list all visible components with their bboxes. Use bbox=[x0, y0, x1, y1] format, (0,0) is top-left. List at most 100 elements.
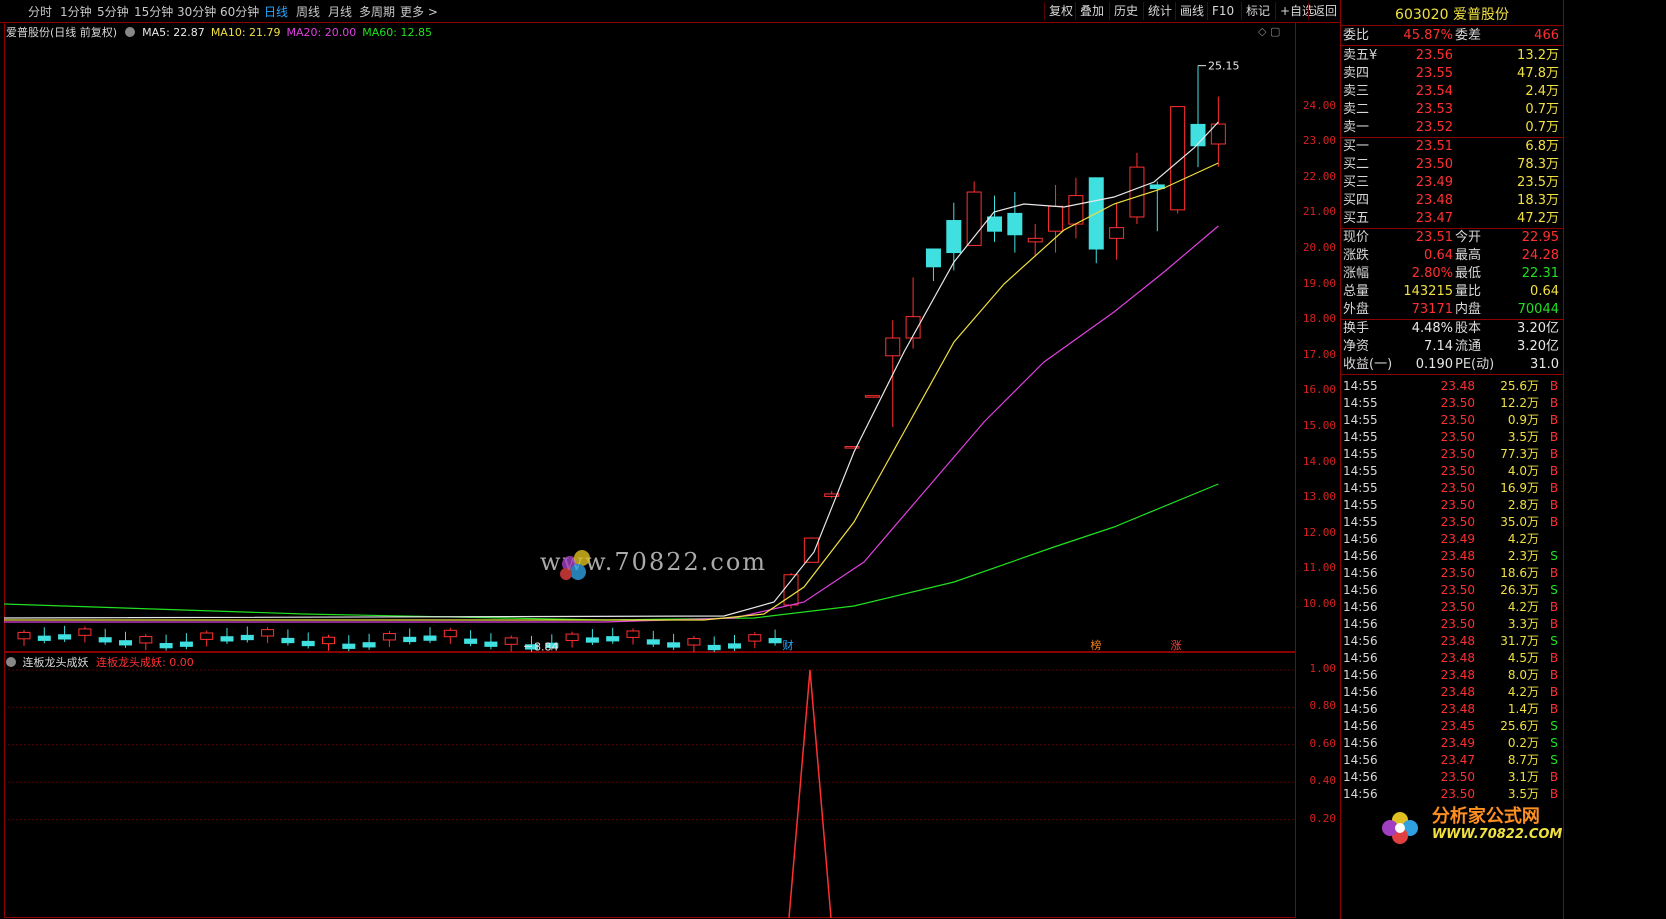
bid-row[interactable]: 买一 23.51 6.8万 bbox=[1343, 138, 1561, 155]
bid-label: 买一 bbox=[1343, 139, 1370, 154]
period-tab-0[interactable]: 分时 bbox=[28, 3, 52, 20]
candle-body bbox=[1129, 166, 1145, 218]
indicator-chart[interactable] bbox=[4, 652, 1296, 918]
tick-direction: B bbox=[1549, 396, 1559, 410]
tick-direction: B bbox=[1549, 702, 1559, 716]
candle-body bbox=[261, 629, 275, 637]
candle-body bbox=[885, 337, 901, 357]
bid-row[interactable]: 买二 23.50 78.3万 bbox=[1343, 156, 1561, 173]
period-tab-2[interactable]: 5分钟 bbox=[97, 3, 129, 20]
tick-direction: S bbox=[1550, 719, 1558, 733]
stat-label: 总量 bbox=[1343, 284, 1370, 299]
tick-row: 14:56 23.50 4.2万 B bbox=[1343, 599, 1565, 616]
toolbar-button-8[interactable]: 返回 bbox=[1308, 2, 1341, 20]
period-tab-5[interactable]: 60分钟 bbox=[220, 3, 259, 20]
toolbar-button-3[interactable]: 统计 bbox=[1143, 2, 1176, 20]
tick-row: 14:55 23.50 77.3万 B bbox=[1343, 446, 1565, 463]
bid-row[interactable]: 买四 23.48 18.3万 bbox=[1343, 192, 1561, 209]
ask-row[interactable]: 卖五¥ 23.56 13.2万 bbox=[1343, 47, 1561, 64]
ask-volume: 13.2万 bbox=[1517, 48, 1559, 63]
stat-value: 31.0 bbox=[1530, 357, 1559, 372]
stat-value: 24.28 bbox=[1521, 248, 1559, 263]
tick-price: 23.50 bbox=[1440, 447, 1475, 461]
tick-time: 14:55 bbox=[1343, 447, 1378, 461]
bid-volume: 78.3万 bbox=[1517, 157, 1559, 172]
toolbar-button-4[interactable]: 画线 bbox=[1175, 2, 1208, 20]
stat-label: 外盘 bbox=[1343, 302, 1370, 317]
period-tab-7[interactable]: 周线 bbox=[296, 3, 320, 20]
candle-body bbox=[1190, 123, 1206, 147]
ask-row[interactable]: 卖二 23.53 0.7万 bbox=[1343, 101, 1561, 118]
period-tab-10[interactable]: 更多 > bbox=[400, 3, 438, 20]
tick-time: 14:55 bbox=[1343, 515, 1378, 529]
ask-price: 23.56 bbox=[1415, 48, 1453, 63]
tick-row: 14:55 23.50 4.0万 B bbox=[1343, 463, 1565, 480]
tick-volume: 8.7万 bbox=[1507, 753, 1539, 767]
stat-value: 3.20亿 bbox=[1517, 339, 1559, 354]
indicator-tick-label: 0.20 bbox=[1309, 811, 1337, 825]
tick-row: 14:56 23.50 18.6万 B bbox=[1343, 565, 1565, 582]
tick-price: 23.50 bbox=[1440, 770, 1475, 784]
tick-direction: S bbox=[1550, 549, 1558, 563]
period-tab-6[interactable]: 日线 bbox=[264, 3, 288, 20]
toolbar-button-0[interactable]: 复权 bbox=[1044, 2, 1077, 20]
toolbar-button-2[interactable]: 历史 bbox=[1109, 2, 1142, 20]
period-tab-9[interactable]: 多周期 bbox=[359, 3, 395, 20]
period-tab-4[interactable]: 30分钟 bbox=[177, 3, 216, 20]
bid-volume: 23.5万 bbox=[1517, 175, 1559, 190]
tick-direction: B bbox=[1549, 566, 1559, 580]
tick-row: 14:55 23.50 3.5万 B bbox=[1343, 429, 1565, 446]
candle-body bbox=[78, 628, 92, 636]
ask-row[interactable]: 卖四 23.55 47.8万 bbox=[1343, 65, 1561, 82]
price-tick-label: 20.00 bbox=[1302, 241, 1336, 254]
price-axis: 24.00 23.00 22.00 21.00 20.00 19.00 18.00 17.00… bbox=[1294, 22, 1338, 652]
candle-body bbox=[565, 633, 579, 642]
ask-volume: 0.7万 bbox=[1525, 120, 1559, 135]
candle-body bbox=[464, 638, 478, 644]
candle-body bbox=[98, 637, 112, 643]
tick-direction: B bbox=[1549, 600, 1559, 614]
tick-time: 14:56 bbox=[1343, 566, 1378, 580]
tick-volume: 0.9万 bbox=[1507, 413, 1539, 427]
period-tab-3[interactable]: 15分钟 bbox=[134, 3, 173, 20]
toolbar-button-6[interactable]: 标记 bbox=[1241, 2, 1274, 20]
period-toolbar: 分时 1分钟 5分钟 15分钟 30分钟 60分钟 日线 周线 月线 多周期 更多 > 复权 叠加 历史统… bbox=[0, 0, 1428, 23]
candle-body bbox=[925, 248, 941, 268]
flower-logo-icon bbox=[1382, 812, 1418, 844]
price-tick-label: 24.00 bbox=[1302, 98, 1336, 112]
tick-time: 14:56 bbox=[1343, 617, 1378, 631]
stat-value: 7.14 bbox=[1424, 339, 1453, 354]
tick-time: 14:56 bbox=[1343, 549, 1378, 563]
stat-label: 最低 bbox=[1455, 266, 1482, 281]
bid-label: 买二 bbox=[1343, 157, 1370, 172]
period-tab-1[interactable]: 1分钟 bbox=[60, 3, 92, 20]
tick-volume: 25.6万 bbox=[1500, 379, 1539, 393]
stat-label: 涨跌 bbox=[1343, 248, 1370, 263]
low-annotation: 8.84 bbox=[534, 640, 559, 652]
toolbar-button-5[interactable]: F10 bbox=[1207, 2, 1238, 20]
stat-label: 今开 bbox=[1455, 230, 1482, 245]
candle-body bbox=[37, 635, 51, 641]
tick-price: 23.50 bbox=[1440, 430, 1475, 444]
tick-time: 14:56 bbox=[1343, 787, 1378, 801]
ask-price: 23.54 bbox=[1415, 84, 1453, 99]
stock-code: 603020 bbox=[1395, 7, 1449, 23]
candle-body bbox=[667, 642, 681, 648]
ask-row[interactable]: 卖三 23.54 2.4万 bbox=[1343, 83, 1561, 100]
tick-row: 14:55 23.50 2.8万 B bbox=[1343, 497, 1565, 514]
candle-body bbox=[1027, 237, 1043, 243]
tick-direction: B bbox=[1549, 651, 1559, 665]
bid-row[interactable]: 买五 23.47 47.2万 bbox=[1343, 210, 1561, 227]
tick-volume: 8.0万 bbox=[1507, 668, 1539, 682]
bid-row[interactable]: 买三 23.49 23.5万 bbox=[1343, 174, 1561, 191]
stat-value: 73171 bbox=[1411, 302, 1453, 317]
price-tick-label: 10.00 bbox=[1302, 597, 1336, 610]
ask-label: 卖四 bbox=[1343, 66, 1370, 81]
ask-row[interactable]: 卖一 23.52 0.7万 bbox=[1343, 119, 1561, 136]
tick-volume: 4.0万 bbox=[1507, 464, 1539, 478]
period-tab-8[interactable]: 月线 bbox=[328, 3, 352, 20]
toolbar-button-1[interactable]: 叠加 bbox=[1075, 2, 1108, 20]
candle-body bbox=[382, 633, 396, 641]
scrollbar-area[interactable] bbox=[1564, 0, 1666, 919]
indicator-tick-label: 0.40 bbox=[1309, 774, 1337, 788]
